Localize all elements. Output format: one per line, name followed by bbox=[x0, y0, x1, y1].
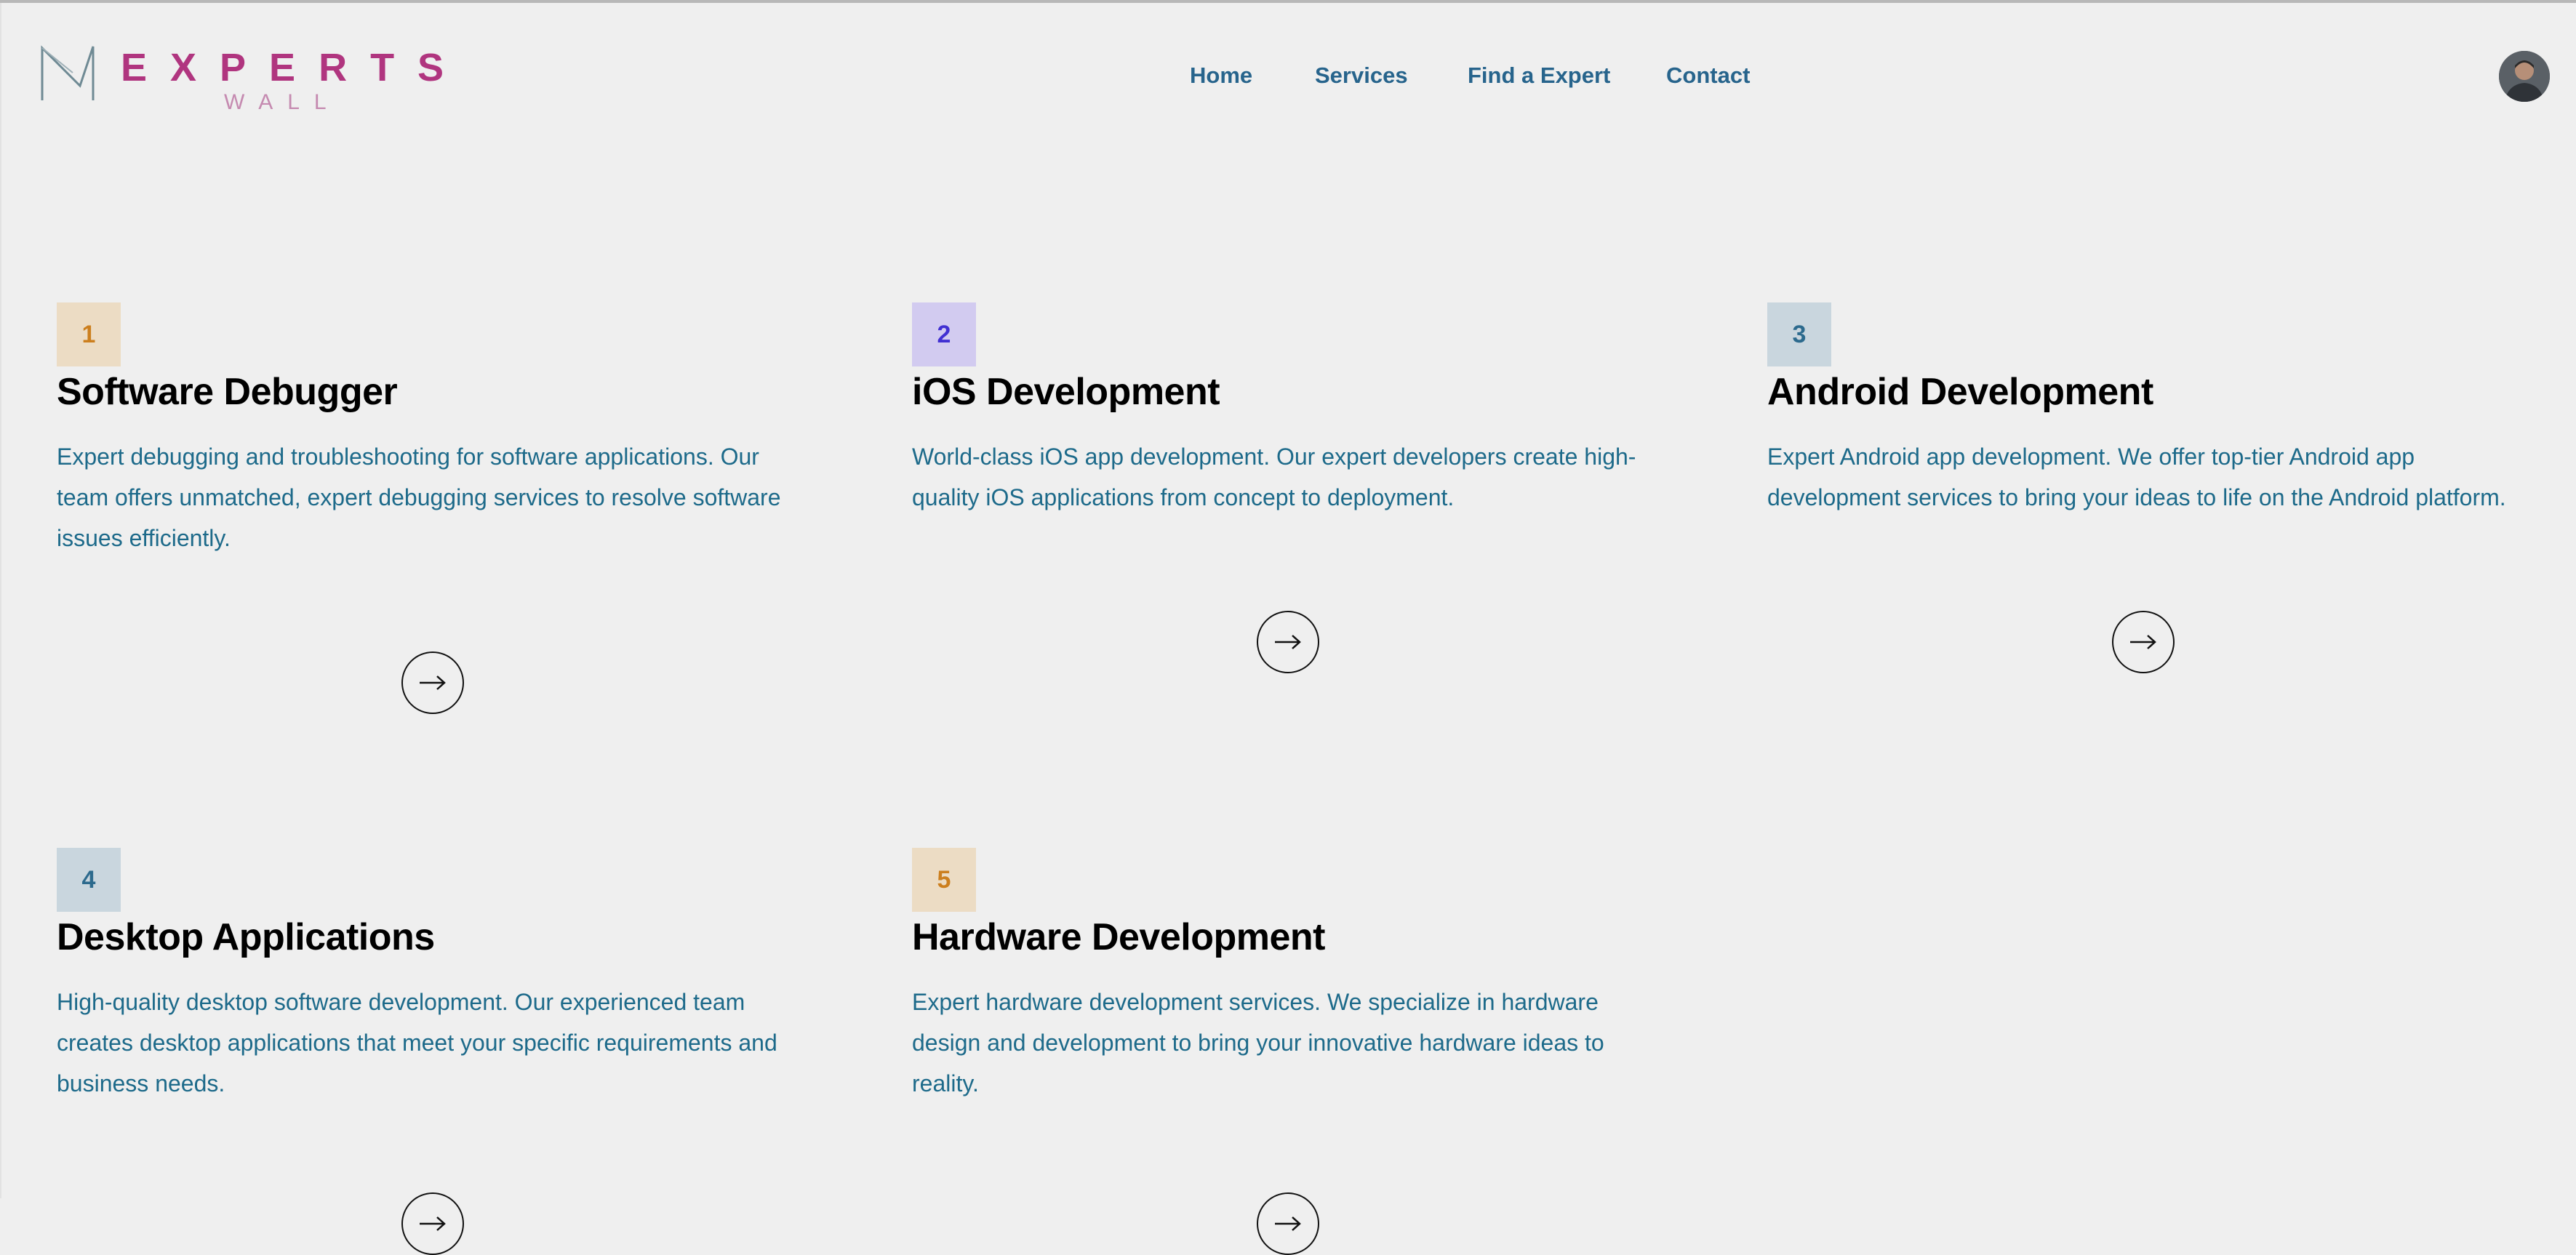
arrow-right-icon bbox=[420, 675, 446, 690]
arrow-right-icon bbox=[2130, 635, 2156, 649]
service-number-badge: 2 bbox=[912, 302, 976, 366]
avatar-image bbox=[2499, 51, 2550, 102]
arrow-right-icon bbox=[1275, 635, 1301, 649]
service-number-badge: 3 bbox=[1767, 302, 1831, 366]
nav-contact[interactable]: Contact bbox=[1666, 63, 1750, 89]
nav-services[interactable]: Services bbox=[1315, 63, 1408, 89]
main-nav: Home Services Find a Expert Contact bbox=[0, 63, 2576, 92]
service-card-hardware-development: 5 Hardware Development Expert hardware d… bbox=[912, 848, 1668, 1104]
nav-find-expert[interactable]: Find a Expert bbox=[1468, 63, 1610, 89]
service-number-badge: 5 bbox=[912, 848, 976, 912]
service-title: Hardware Development bbox=[912, 916, 1325, 958]
service-card-android-development: 3 Android Development Expert Android app… bbox=[1767, 302, 2538, 518]
service-card-desktop-applications: 4 Desktop Applications High-quality desk… bbox=[57, 848, 813, 1104]
service-description: High-quality desktop software developmen… bbox=[57, 989, 777, 1096]
service-card-ios-development: 2 iOS Development World-class iOS app de… bbox=[912, 302, 1668, 518]
service-number-badge: 1 bbox=[57, 302, 121, 366]
service-description: World-class iOS app development. Our exp… bbox=[912, 444, 1636, 510]
arrow-right-icon bbox=[420, 1216, 446, 1231]
nav-home[interactable]: Home bbox=[1190, 63, 1252, 89]
service-card-software-debugger: 1 Software Debugger Expert debugging and… bbox=[57, 302, 813, 558]
open-service-button[interactable] bbox=[401, 1192, 464, 1255]
window-top-border bbox=[0, 0, 2576, 3]
service-description: Expert debugging and troubleshooting for… bbox=[57, 444, 781, 551]
open-service-button[interactable] bbox=[401, 651, 464, 714]
service-title: iOS Development bbox=[912, 371, 1220, 413]
service-title: Software Debugger bbox=[57, 371, 398, 413]
arrow-right-icon bbox=[1275, 1216, 1301, 1231]
service-description: Expert hardware development services. We… bbox=[912, 989, 1604, 1096]
window-left-border bbox=[0, 3, 1, 1198]
service-description: Expert Android app development. We offer… bbox=[1767, 444, 2506, 510]
open-service-button[interactable] bbox=[1257, 1192, 1319, 1255]
service-number-badge: 4 bbox=[57, 848, 121, 912]
open-service-button[interactable] bbox=[2112, 611, 2175, 673]
user-avatar[interactable] bbox=[2499, 51, 2550, 102]
service-title: Android Development bbox=[1767, 371, 2153, 413]
service-title: Desktop Applications bbox=[57, 916, 435, 958]
open-service-button[interactable] bbox=[1257, 611, 1319, 673]
brand-subname: WALL bbox=[224, 90, 341, 114]
